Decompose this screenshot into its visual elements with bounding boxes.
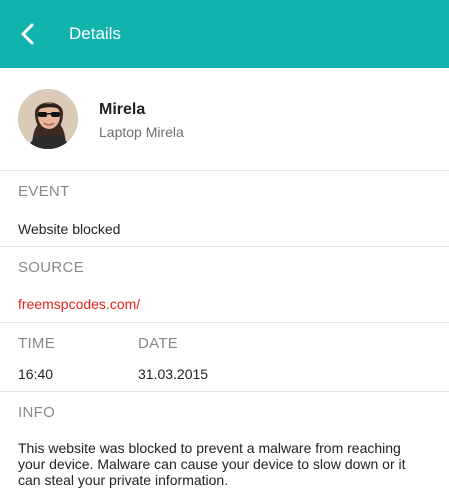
page-title: Details bbox=[69, 24, 121, 43]
chevron-left-icon bbox=[21, 23, 34, 45]
divider bbox=[0, 391, 449, 392]
event-value: Website blocked bbox=[18, 221, 121, 237]
date-value: 31.03.2015 bbox=[138, 366, 209, 382]
avatar-photo bbox=[18, 89, 78, 149]
source-label: SOURCE bbox=[18, 259, 84, 276]
app-bar: Details bbox=[0, 0, 449, 68]
avatar[interactable] bbox=[18, 89, 78, 149]
profile-device: Laptop Mirela bbox=[99, 124, 184, 140]
date-label: DATE bbox=[138, 335, 179, 352]
divider bbox=[0, 246, 449, 247]
info-label: INFO bbox=[18, 404, 56, 421]
back-button[interactable] bbox=[6, 12, 50, 56]
divider bbox=[0, 170, 449, 171]
divider bbox=[0, 322, 449, 323]
time-value: 16:40 bbox=[18, 366, 54, 382]
profile-name: Mirela bbox=[99, 101, 146, 118]
info-text: This website was blocked to prevent a ma… bbox=[18, 440, 406, 488]
event-label: EVENT bbox=[18, 183, 70, 200]
time-label: TIME bbox=[18, 335, 56, 352]
source-link[interactable]: freemspcodes.com/ bbox=[18, 296, 140, 312]
profile-section: Mirela Laptop Mirela bbox=[0, 68, 449, 170]
